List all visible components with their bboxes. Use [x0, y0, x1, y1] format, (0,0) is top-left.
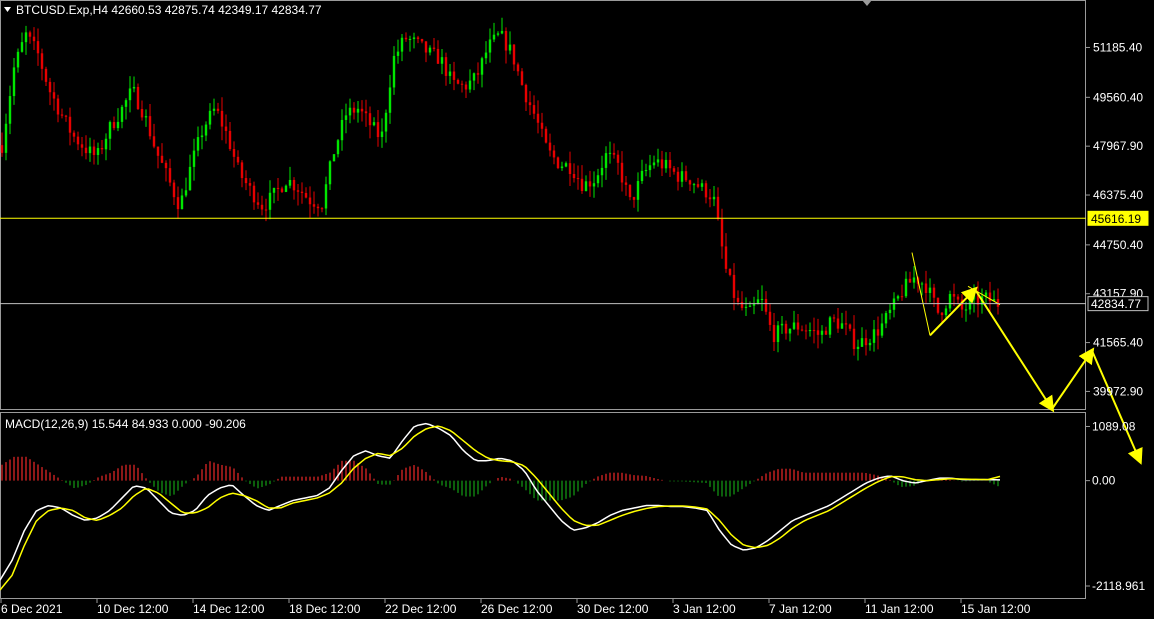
chart-canvas[interactable]: 51185.40 49560.40 47967.90 46375.40 44750.40… — [0, 0, 1154, 619]
price-panel-frame — [0, 0, 1086, 410]
y-tick-label: 44750.40 — [1093, 238, 1143, 252]
candle — [556, 156, 560, 170]
x-tick-label: 15 Jan 12:00 — [961, 602, 1031, 616]
y-tick-label: 41565.40 — [1093, 336, 1143, 350]
x-tick-label: 26 Dec 12:00 — [481, 602, 553, 616]
candle — [544, 126, 548, 144]
x-tick-label: 14 Dec 12:00 — [193, 602, 265, 616]
candle — [828, 315, 832, 338]
price-level-label: 42834.77 — [1091, 297, 1141, 311]
x-axis-layer: 6 Dec 2021 10 Dec 12:00 14 Dec 12:00 18 Dec… — [0, 598, 1031, 616]
symbol-ohlc-label: BTCUSD.Exp,H4 42660.53 42875.74 42349.17… — [16, 3, 322, 17]
y-tick-label: 39972.90 — [1093, 384, 1143, 398]
y-tick-label: 49560.40 — [1093, 90, 1143, 104]
macd-tick-label: 1089.08 — [1092, 419, 1136, 433]
y-tick-label: 51185.40 — [1093, 40, 1142, 54]
x-tick-label: 10 Dec 12:00 — [97, 602, 169, 616]
projection-arrow-segment — [1091, 350, 1143, 465]
macd-label: MACD(12,26,9) 15.544 84.933 0.000 -90.20… — [5, 417, 246, 431]
x-tick-label: 30 Dec 12:00 — [577, 602, 649, 616]
candle — [936, 297, 940, 315]
y-tick-label: 46375.40 — [1093, 188, 1143, 202]
macd-tick-label: -2118.961 — [1092, 579, 1145, 593]
x-tick-label: 3 Jan 12:00 — [673, 602, 736, 616]
price-level-label: 45616.19 — [1091, 212, 1141, 226]
x-tick-label: 18 Dec 12:00 — [289, 602, 361, 616]
y-axis-layer: 51185.40 49560.40 47967.90 46375.40 44750.40… — [1086, 40, 1145, 593]
candle — [332, 154, 336, 162]
macd-tick-label: 0.00 — [1092, 474, 1116, 488]
y-tick-label: 47967.90 — [1093, 139, 1143, 153]
x-tick-label: 6 Dec 2021 — [1, 602, 63, 616]
x-tick-label: 11 Jan 12:00 — [865, 602, 934, 616]
x-tick-label: 7 Jan 12:00 — [769, 602, 832, 616]
x-tick-label: 22 Dec 12:00 — [385, 602, 457, 616]
candle — [136, 83, 140, 111]
